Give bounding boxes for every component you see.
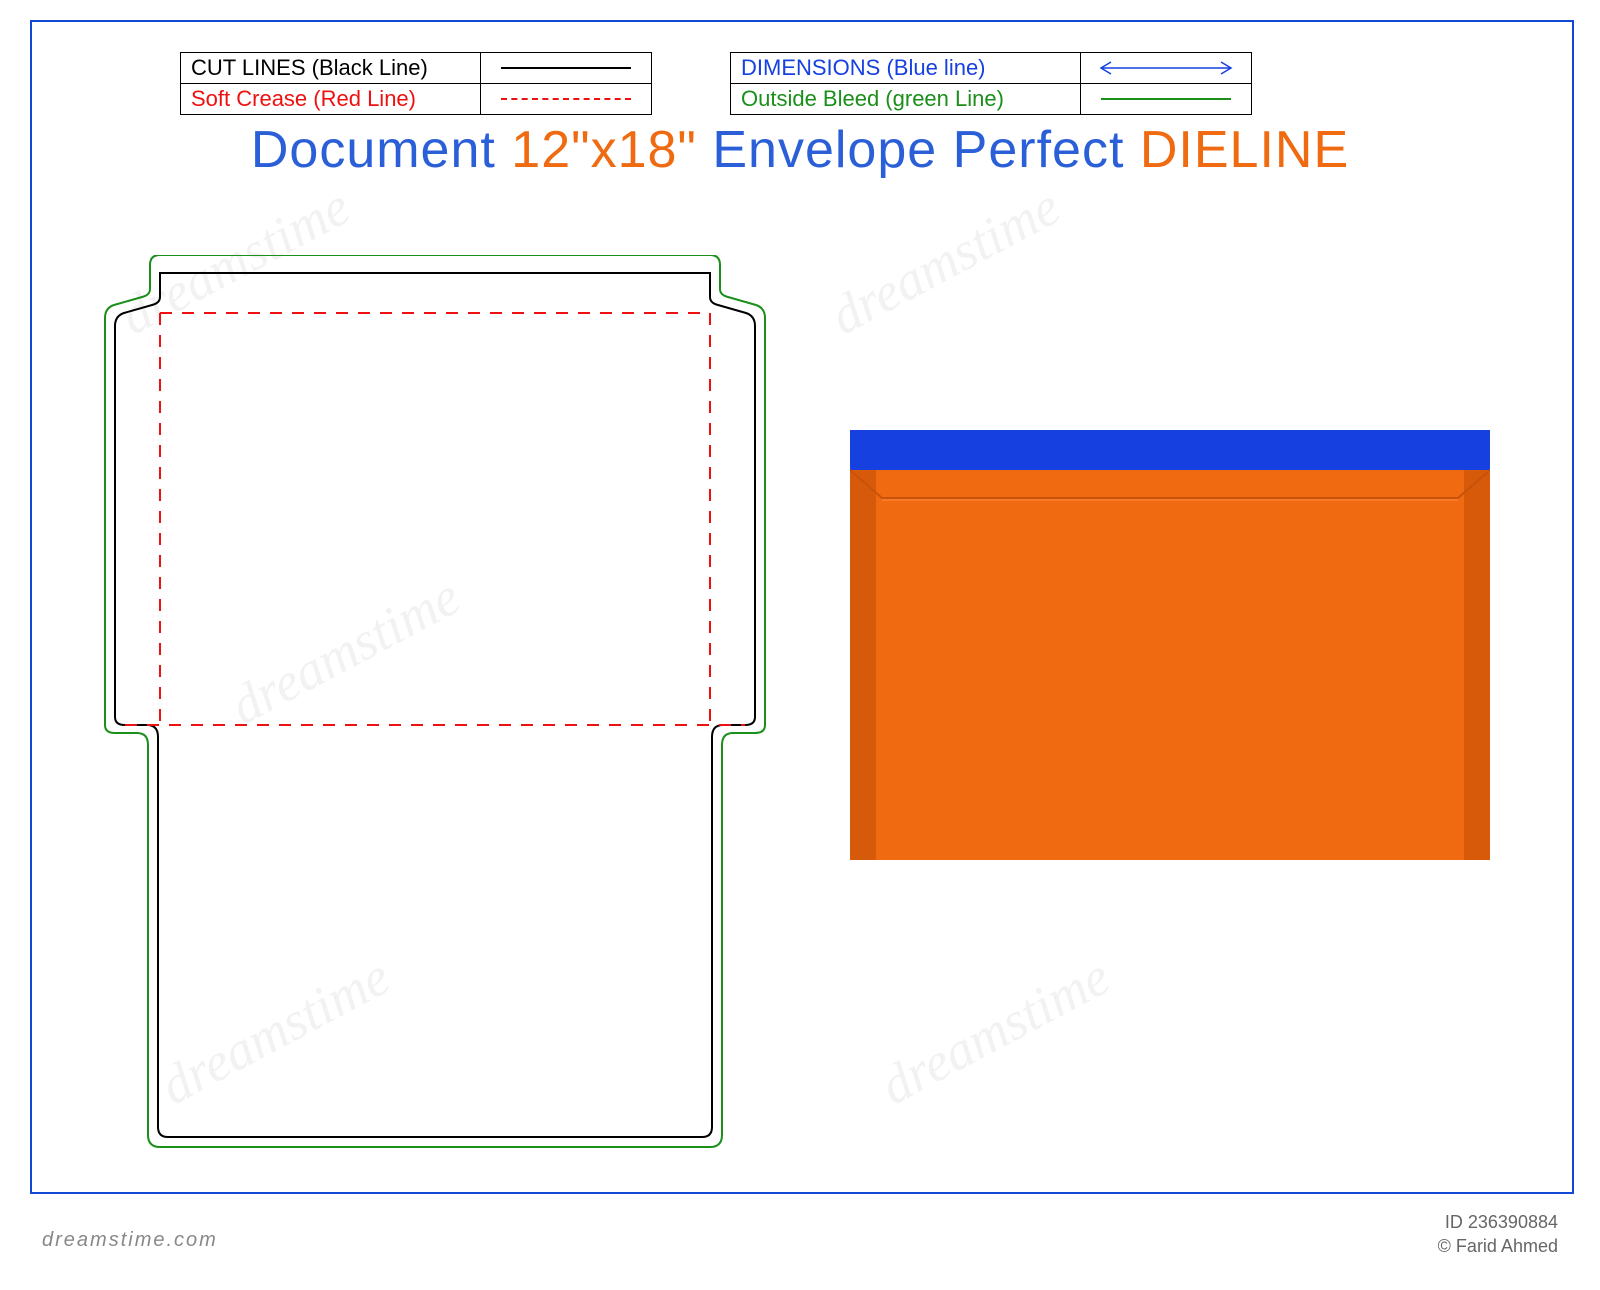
- title-word-perfect: Perfect: [953, 121, 1125, 179]
- footer-credits: ID 236390884 © Farid Ahmed: [1438, 1211, 1558, 1258]
- legend-right: DIMENSIONS (Blue line) Outside Bleed (gr…: [730, 52, 1252, 115]
- legend-dimensions: DIMENSIONS (Blue line): [731, 55, 1080, 81]
- footer-id: ID 236390884: [1438, 1211, 1558, 1234]
- footer-site: dreamstime.com: [42, 1229, 218, 1252]
- swatch-black-line: [480, 53, 651, 83]
- envelope-3d: [850, 430, 1490, 860]
- footer-author: © Farid Ahmed: [1438, 1235, 1558, 1258]
- legend-left: CUT LINES (Black Line) Soft Crease (Red …: [180, 52, 652, 115]
- title-word-size: 12"x18": [511, 121, 697, 179]
- title-word-dieline: DIELINE: [1140, 121, 1349, 179]
- legend-cut-lines: CUT LINES (Black Line): [181, 55, 480, 81]
- swatch-green-line: [1080, 84, 1251, 114]
- legend-soft-crease: Soft Crease (Red Line): [181, 86, 480, 112]
- double-arrow-icon: [1091, 59, 1241, 77]
- legend-outside-bleed: Outside Bleed (green Line): [731, 86, 1080, 112]
- title-word-envelope: Envelope: [712, 121, 937, 179]
- dieline-flat: [95, 255, 775, 1155]
- swatch-red-dash: [480, 84, 651, 114]
- diagram-title: Document 12"x18" Envelope Perfect DIELIN…: [0, 120, 1600, 180]
- swatch-blue-arrow: [1080, 53, 1251, 83]
- title-word-document: Document: [251, 121, 496, 179]
